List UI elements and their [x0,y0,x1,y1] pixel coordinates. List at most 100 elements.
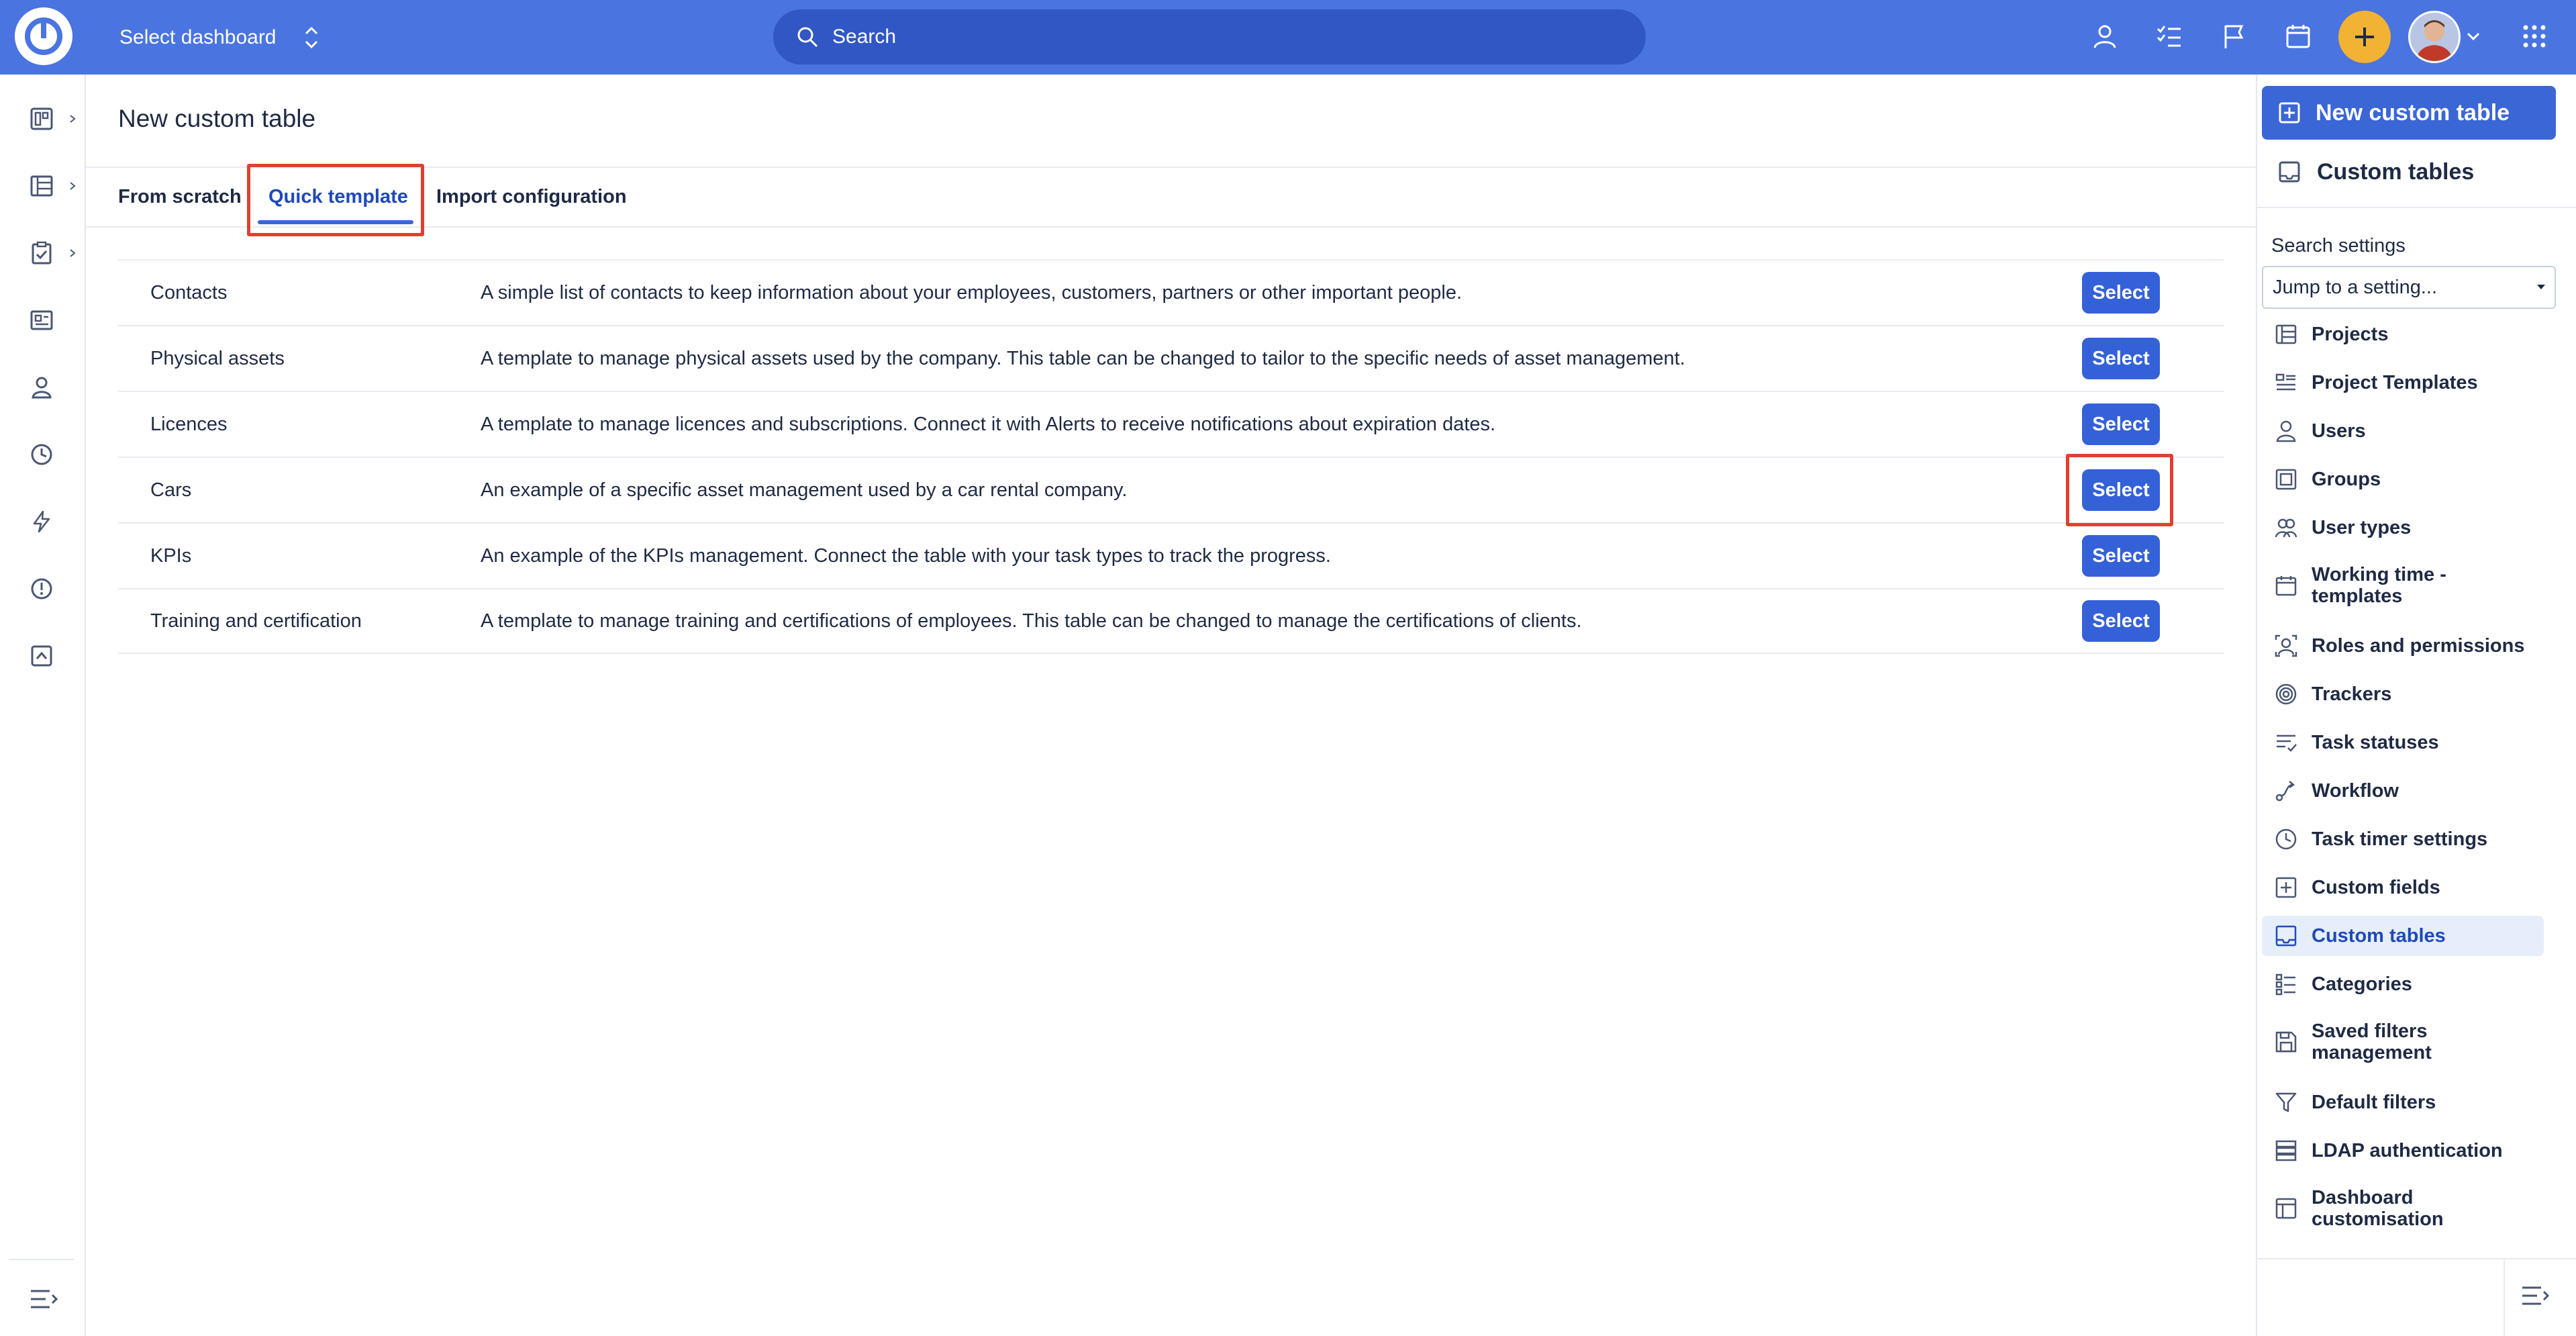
search-icon [797,27,818,48]
rail-alerts[interactable] [0,562,86,616]
person-icon [32,377,52,399]
table-row: Licences A template to manage licences a… [118,391,2224,457]
board-icon [31,645,52,667]
avatar-menu-toggle[interactable] [2463,16,2483,56]
milestones-button[interactable] [2214,16,2254,56]
global-search-input[interactable]: Search [773,9,1646,64]
select-button[interactable]: Select [2082,403,2160,445]
settings-item-custom-tables[interactable]: Custom tables [2262,916,2544,956]
dashboard-selector-label: Select dashboard [119,26,277,48]
table-row: KPIs An example of the KPIs management. … [118,522,2224,588]
custom-tables-link-label: Custom tables [2317,158,2475,185]
settings-item-task-statuses[interactable]: Task statuses [2262,725,2544,760]
settings-item-dashboard-customisation[interactable]: Dashboard customisation [2262,1183,2544,1234]
jump-to-setting-select[interactable]: Jump to a setting... [2262,266,2556,309]
select-button[interactable]: Select [2082,600,2160,642]
dashboard-icon [30,107,53,130]
avatar-image [2410,13,2459,61]
settings-item-task-timer-settings[interactable]: Task timer settings [2262,822,2544,857]
custom-tables-link[interactable]: Custom tables [2278,152,2474,192]
select-button[interactable]: Select [2082,272,2160,314]
template-description: A simple list of contacts to keep inform… [481,281,1463,303]
alert-icon [31,578,52,600]
template-description: An example of a specific asset managemen… [481,479,1128,501]
rail-dashboard[interactable] [0,92,86,146]
chevron-down-icon [2467,32,2480,41]
rail-collapse-toggle[interactable] [0,1272,86,1326]
tab-import-configuration[interactable]: Import configuration [436,168,627,226]
sidebar-bottom-vertical-divider [2504,1258,2505,1336]
left-navigation-rail [0,75,86,1336]
template-description: A template to manage training and certif… [481,610,1582,632]
settings-item-label: Groups [2312,469,2381,490]
rail-projects[interactable] [0,159,86,213]
settings-item-label: Default filters [2312,1092,2436,1113]
filter-icon [2274,1090,2298,1114]
up-down-chevron-icon [305,26,317,48]
settings-item-working-time-templates[interactable]: Working time - templates [2262,560,2544,611]
rail-boards[interactable] [0,629,86,683]
user-icon [2274,419,2298,443]
plus-square-icon [2279,102,2300,124]
settings-item-label: Custom fields [2312,877,2440,898]
select-button[interactable]: Select [2082,338,2160,379]
settings-item-label: Project Templates [2312,372,2478,393]
server-icon [2274,1139,2298,1163]
flag-icon [2224,25,2244,48]
rail-time[interactable] [0,428,86,481]
chevron-right-icon [70,115,76,123]
template-description: A template to manage licences and subscr… [481,413,1496,435]
chevron-right-icon [70,249,76,257]
settings-item-groups[interactable]: Groups [2262,462,2544,497]
settings-item-label: Projects [2312,324,2389,345]
quick-add-button[interactable] [2338,11,2391,63]
table-icon [2279,161,2300,183]
workflow-icon [2274,779,2298,803]
user-avatar[interactable] [2408,11,2461,63]
settings-item-trackers[interactable]: Trackers [2262,677,2544,712]
rail-contacts[interactable] [0,361,86,414]
settings-item-projects[interactable]: Projects [2262,317,2544,352]
search-settings-label: Search settings [2271,235,2406,256]
app-logo[interactable] [15,7,72,65]
settings-item-label: Roles and permissions [2312,635,2525,657]
projects-icon [2274,322,2298,346]
select-button[interactable]: Select [2082,535,2160,577]
tasks-button[interactable] [2149,16,2189,56]
settings-item-workflow[interactable]: Workflow [2262,773,2544,808]
settings-item-users[interactable]: Users [2262,414,2544,448]
collapse-menu-icon [2522,1286,2550,1305]
settings-item-label: LDAP authentication [2312,1140,2503,1161]
top-bar: Select dashboard Search [0,0,2576,75]
plus-square-icon [2274,875,2298,900]
new-custom-table-button[interactable]: New custom table [2262,86,2556,140]
settings-item-ldap-authentication[interactable]: LDAP authentication [2262,1133,2544,1168]
jump-to-setting-value: Jump to a setting... [2273,276,2438,298]
tab-from-scratch[interactable]: From scratch [118,168,242,226]
plus-icon [2355,28,2374,46]
apps-menu-button[interactable] [2514,16,2555,56]
settings-item-project-templates[interactable]: Project Templates [2262,365,2544,400]
settings-item-default-filters[interactable]: Default filters [2262,1085,2544,1120]
calendar-button[interactable] [2278,16,2318,56]
settings-item-user-types[interactable]: User types [2262,510,2544,545]
logo-icon [25,17,62,55]
template-name: Cars [150,479,192,501]
table-row: Contacts A simple list of contacts to ke… [118,259,2224,325]
sidebar-divider [2257,207,2576,208]
report-icon [30,310,53,330]
template-name: KPIs [150,544,192,567]
settings-item-roles-and-permissions[interactable]: Roles and permissions [2262,628,2544,663]
settings-item-categories[interactable]: Categories [2262,967,2544,1002]
rail-actions[interactable] [0,495,86,548]
dashboard-selector[interactable]: Select dashboard [119,0,319,75]
rail-tasks[interactable] [0,226,86,280]
rail-reports[interactable] [0,293,86,347]
lightning-icon [33,510,50,533]
dropdown-caret-icon [2537,285,2545,289]
project-templates-icon [2274,371,2298,395]
settings-item-custom-fields[interactable]: Custom fields [2262,870,2544,905]
sidebar-collapse-toggle[interactable] [2521,1284,2550,1308]
settings-item-saved-filters-management[interactable]: Saved filters management [2262,1016,2544,1067]
user-profile-button[interactable] [2085,16,2125,56]
